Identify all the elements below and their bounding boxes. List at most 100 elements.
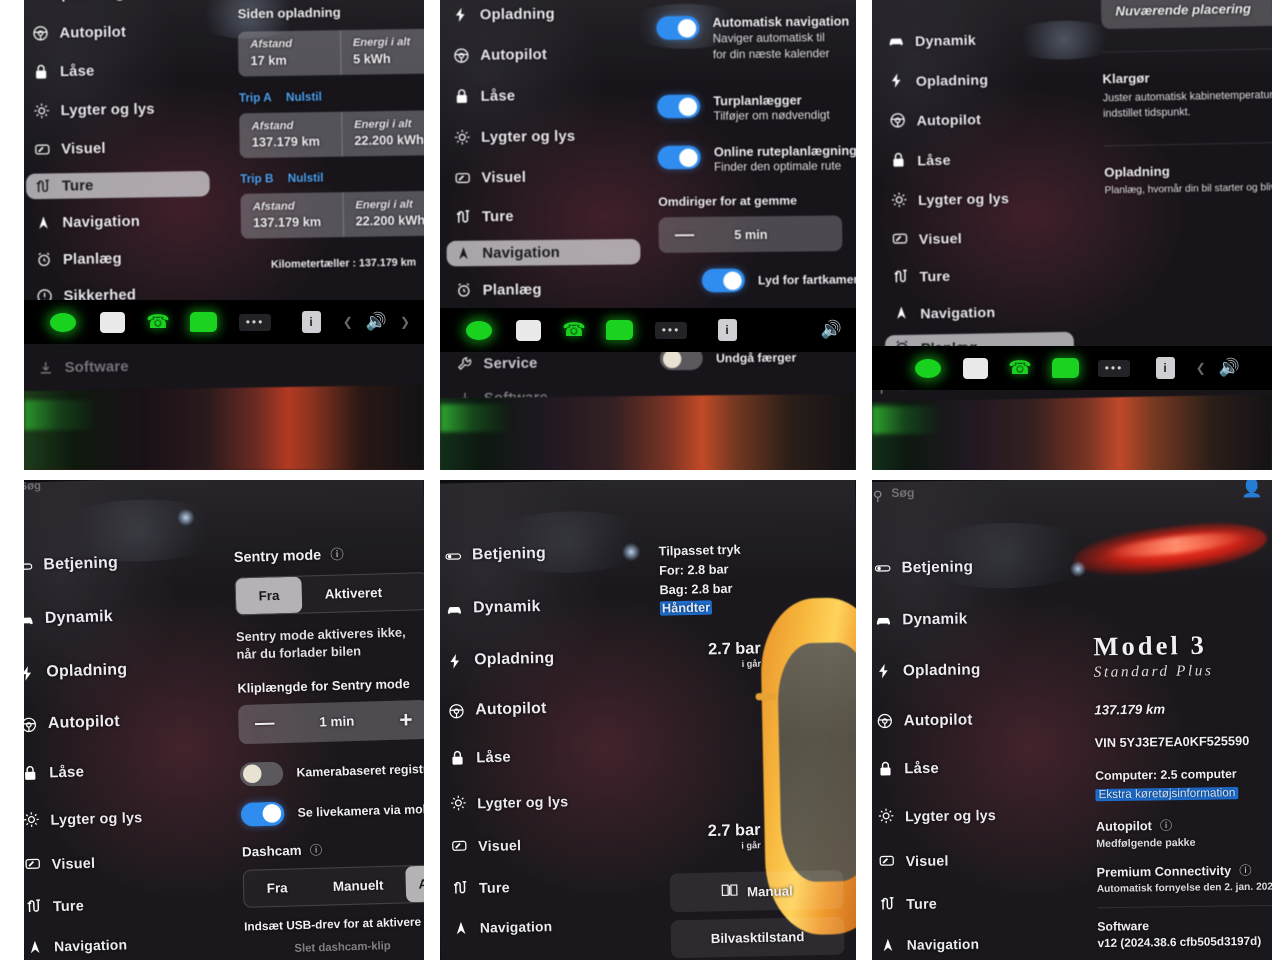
sidebar-item-planlaeg[interactable]: Planlæg [445,951,670,960]
sidebar-item-navigation[interactable]: Navigation [872,930,1096,959]
sidebar-item-betjening[interactable]: Betjening [872,552,1090,581]
sidebar-item-opladning[interactable]: Opladning [440,643,663,674]
sidebar-item-navigation[interactable]: Navigation [446,238,641,267]
dashcam-option-manuelt[interactable]: Manuelt [310,866,407,905]
sidebar-item-opladning[interactable]: Opladning [24,654,237,687]
sidebar-item-laase[interactable]: Låse [445,82,659,110]
sidebar-item-lygter[interactable]: Lygter og lys [445,122,659,150]
toggle-speed-camera-sound[interactable] [701,268,745,293]
sentry-option-aktiveret[interactable]: Aktiveret [302,574,406,613]
manual-button[interactable]: Manual [669,869,844,913]
sidebar-item-visuel[interactable]: Visuel [872,845,1094,874]
sidebar-item-visuel[interactable]: Visuel [24,845,243,877]
clip-length-stepper[interactable]: — 1 min + [237,699,424,744]
sidebar-item-navigation[interactable]: Navigation [884,297,1088,326]
avatar[interactable]: 👤 [1241,480,1263,499]
sidebar-item-laase[interactable]: Låse [24,755,240,787]
sidebar-item-laase[interactable]: Låse [881,144,1085,173]
sidebar-item-visuel[interactable]: Visuel [883,222,1087,251]
sidebar-item-ture[interactable]: Ture [25,170,210,200]
record-dot-icon[interactable] [38,312,88,332]
detour-stepper[interactable]: — 5 min [658,215,843,254]
settings-sidebar-4[interactable]: Betjening Dynamik Opladning Autopilot Lå… [24,547,247,960]
info-circle-icon[interactable]: ⓘ [1160,816,1172,834]
sidebar-item-ture[interactable]: Ture [443,871,668,901]
toggle-camera-detection[interactable] [239,761,284,787]
record-dot-icon[interactable] [904,358,952,378]
info-circle-icon[interactable]: ⓘ [1239,861,1251,879]
info-icon[interactable]: i [700,319,754,341]
info-circle-icon[interactable]: ⓘ [330,543,344,563]
info-icon[interactable]: i [1140,357,1190,379]
stepper-plus-button[interactable]: + [399,706,413,732]
trip-b-reset-button[interactable]: Nulstil [288,172,324,185]
volume-control[interactable]: 🔊 [821,320,842,340]
sidebar-item-visuel[interactable]: Visuel [446,163,660,191]
sidebar-item-navigation[interactable]: Navigation [444,911,669,941]
sidebar-item-software[interactable]: Software [29,352,233,381]
message-icon[interactable] [1042,358,1088,378]
sidebar-item-autopilot[interactable]: Autopilot [440,693,664,724]
sidebar-item-software[interactable]: Software [448,384,662,399]
carwash-button[interactable]: Bilvasktilstand [670,916,845,959]
sidebar-item-lygter[interactable]: Lygter og lys [441,786,666,816]
sidebar-item-ture[interactable]: Ture [24,887,244,919]
toggle-auto-navigation[interactable] [656,15,700,40]
settings-sidebar-6[interactable]: Betjening Dynamik Opladning Autopilot Lå… [872,552,1097,960]
bottom-toolbar-3[interactable]: ☎ ••• i ❮ 🔊 [872,346,1272,390]
setting-row-live-camera[interactable]: Se livekamera via mobilapp [240,797,424,827]
more-icon[interactable]: ••• [1088,359,1140,377]
message-icon[interactable] [596,320,642,340]
sidebar-item-planlaeg[interactable]: Planlæg [27,244,231,273]
search-input[interactable]: Søg [891,485,914,500]
setting-row-online-routing[interactable]: Online ruteplanlægning Finder den optima… [657,143,856,174]
sidebar-item-opladning[interactable]: Opladning [872,655,1092,684]
trip-a-reset-button[interactable]: Nulstil [286,92,322,105]
sidebar-item-opladning[interactable]: Opladning [24,0,227,8]
dashcam-option-auto[interactable]: Auto [405,864,424,903]
bottom-toolbar-1[interactable]: ☎ ••• i ❮ 🔊 ❯ [24,300,424,344]
manage-link[interactable]: Håndter [659,600,713,616]
phone-icon[interactable]: ☎ [552,319,596,342]
more-icon[interactable]: ••• [226,313,284,331]
sidebar-item-betjening[interactable]: Betjening [440,538,661,569]
toggle-online-routing[interactable] [657,145,701,170]
stop-square-icon[interactable] [952,357,998,379]
dashcam-option-fra[interactable]: Fra [244,869,311,907]
sidebar-item-visuel[interactable]: Visuel [25,134,229,163]
sidebar-item-planlaeg[interactable]: Planlæg [447,275,661,303]
volume-icon[interactable]: 🔊 [821,320,842,340]
sidebar-item-ture[interactable]: Ture [884,260,1088,289]
volume-control[interactable]: ❮ 🔊 ❯ [343,312,410,332]
sidebar-item-autopilot[interactable]: Autopilot [444,41,658,69]
search-icon[interactable]: ⚲ [873,488,883,504]
sidebar-item-laase[interactable]: Låse [872,753,1093,782]
sidebar-item-opladning[interactable]: Opladning [444,0,658,28]
dashcam-segmented[interactable]: Fra Manuelt Auto [242,863,424,908]
extra-vehicle-info-link[interactable]: Ekstra køretøjsinformation [1095,787,1239,802]
sidebar-item-autopilot[interactable]: Autopilot [872,705,1093,734]
sidebar-item-lygter[interactable]: Lygter og lys [872,800,1094,829]
location-select[interactable]: Nuværende placering ▾ [1100,0,1272,30]
chevron-left-icon[interactable]: ❮ [1196,361,1206,375]
sidebar-item-dynamik[interactable]: Dynamik [872,604,1091,633]
stop-square-icon[interactable] [504,319,552,341]
sidebar-item-autopilot[interactable]: Autopilot [24,18,228,47]
message-icon[interactable] [180,312,226,332]
sidebar-item-service[interactable]: Service [448,349,662,377]
sidebar-item-opladning[interactable]: Opladning [880,64,1084,93]
sidebar-item-ture[interactable]: Ture [872,888,1095,917]
search-input[interactable]: Søg [24,480,41,493]
settings-sidebar-5[interactable]: Betjening Dynamik Opladning Autopilot Lå… [440,538,671,960]
chevron-left-icon[interactable]: ❮ [343,315,353,329]
info-icon[interactable]: i [284,311,338,333]
sidebar-item-dynamik[interactable]: Dynamik [24,600,236,633]
phone-icon[interactable]: ☎ [136,311,180,334]
sidebar-item-visuel[interactable]: Visuel [442,829,667,859]
more-icon[interactable]: ••• [642,321,700,339]
sidebar-item-navigation[interactable]: Navigation [24,929,245,960]
chevron-right-icon[interactable]: ❯ [400,315,410,329]
volume-control[interactable]: ❮ 🔊 [1196,358,1240,378]
stepper-minus-button[interactable]: — [255,713,275,735]
record-dot-icon[interactable] [454,320,504,340]
